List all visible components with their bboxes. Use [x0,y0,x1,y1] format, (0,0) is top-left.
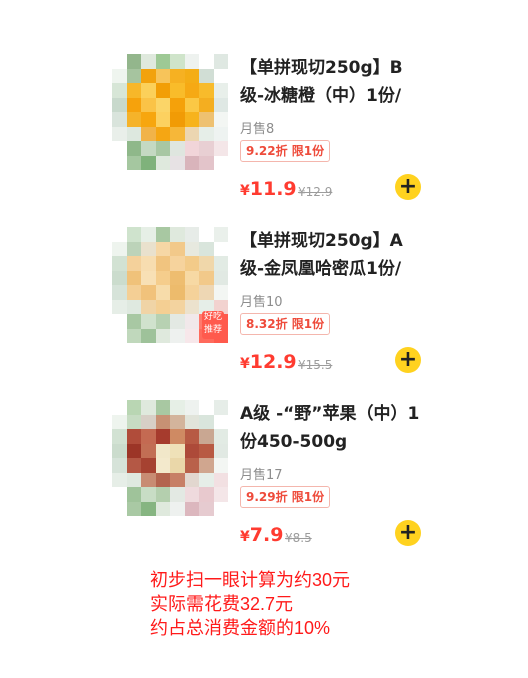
annotation-line: 实际需花费32.7元 [150,594,294,614]
current-price: ¥7.9 [240,524,284,546]
product-card[interactable]: 好吃推荐 【单拼现切250g】A级-金凤凰哈密瓜1份/ 月售10 8.32折 限… [0,227,528,397]
current-price: ¥12.9 [240,351,297,373]
pixelated-image-mosaic [112,54,228,170]
discount-tag: 9.29折 限1份 [240,486,331,508]
discount-tag: 8.32折 限1份 [240,313,331,335]
annotation-line: 初步扫一眼计算为约30元 [150,570,351,590]
add-to-cart-button[interactable]: + [395,174,421,200]
original-price: ¥15.5 [298,358,333,372]
annotation-line: 约占总消费金额的10% [150,618,331,638]
discount-tag: 9.22折 限1份 [240,140,331,162]
product-name[interactable]: A级 -“野”苹果（中）1份450-500g [240,400,425,456]
product-image[interactable] [112,400,228,516]
monthly-sales: 月售10 [240,295,283,310]
monthly-sales: 月售17 [240,468,283,483]
product-image[interactable] [112,54,228,170]
product-name[interactable]: 【单拼现切250g】A级-金凤凰哈密瓜1份/ [240,227,425,283]
pixelated-image-mosaic [112,400,228,516]
add-to-cart-button[interactable]: + [395,520,421,546]
recommend-badge: 好吃推荐 [202,311,224,339]
add-to-cart-button[interactable]: + [395,347,421,373]
product-name[interactable]: 【单拼现切250g】B级-冰糖橙（中）1份/ [240,54,425,110]
monthly-sales: 月售8 [240,122,275,137]
product-card[interactable]: A级 -“野”苹果（中）1份450-500g 月售17 9.29折 限1份 ¥7… [0,400,528,570]
original-price: ¥8.5 [285,531,312,545]
current-price: ¥11.9 [240,178,297,200]
original-price: ¥12.9 [298,185,333,199]
product-image[interactable]: 好吃推荐 [112,227,228,343]
product-card[interactable]: 【单拼现切250g】B级-冰糖橙（中）1份/ 月售8 9.22折 限1份 ¥11… [0,54,528,224]
